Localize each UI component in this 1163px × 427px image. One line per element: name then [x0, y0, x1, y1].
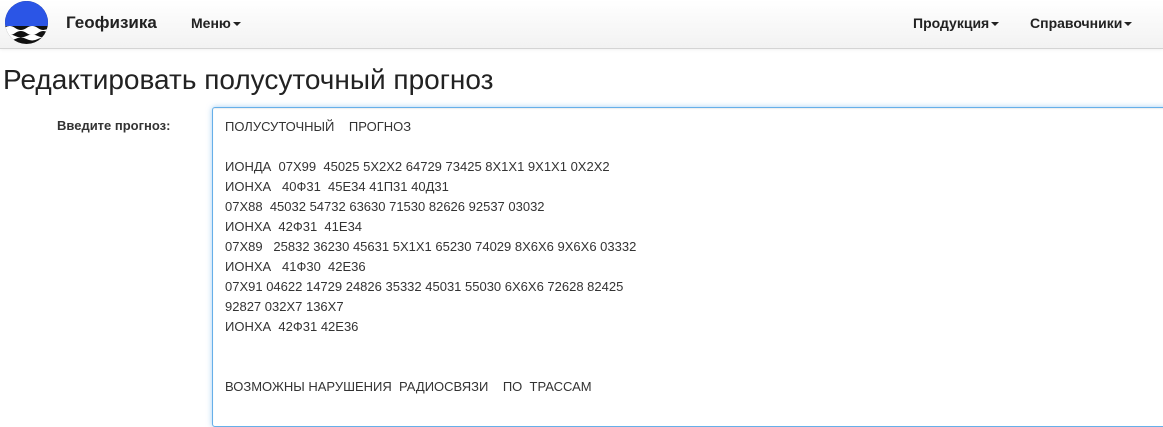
nav-menu-dropdown[interactable]: Меню: [191, 15, 241, 31]
navbar: Геофизика Меню Продукция Справочники: [0, 0, 1163, 49]
nav-menu-label: Меню: [191, 15, 231, 31]
nav-products-dropdown[interactable]: Продукция: [913, 15, 1000, 31]
forecast-label: Введите прогноз:: [57, 118, 171, 133]
forecast-textarea[interactable]: ПОЛУСУТОЧНЫЙ ПРОГНОЗ ИОНДА 07Х99 45025 5…: [212, 107, 1163, 427]
page-title: Редактировать полусуточный прогноз: [3, 64, 494, 95]
caret-down-icon: [991, 22, 1000, 27]
brand-logo-icon[interactable]: [4, 0, 49, 45]
brand-name[interactable]: Геофизика: [66, 13, 157, 33]
nav-references-label: Справочники: [1030, 15, 1123, 31]
nav-products-label: Продукция: [913, 15, 990, 31]
nav-references-dropdown[interactable]: Справочники: [1030, 15, 1133, 31]
caret-down-icon: [232, 22, 241, 27]
caret-down-icon: [1124, 22, 1133, 27]
